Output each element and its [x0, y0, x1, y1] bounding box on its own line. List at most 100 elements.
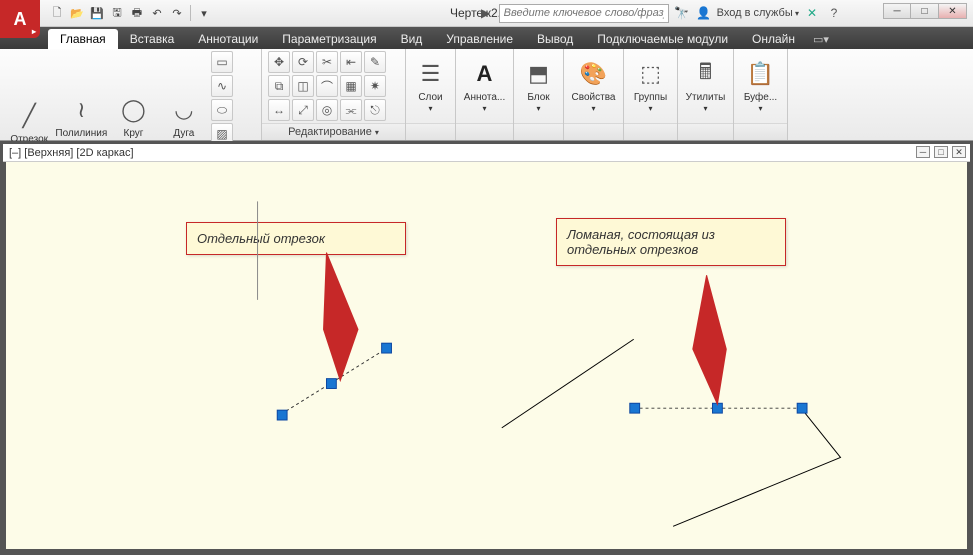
- tab-home[interactable]: Главная: [48, 29, 118, 49]
- spline-icon[interactable]: ∿: [211, 75, 233, 97]
- extend-icon[interactable]: ⇤: [340, 51, 362, 73]
- doc-close-icon[interactable]: ✕: [952, 146, 966, 158]
- line-button[interactable]: ╱ Отрезок: [6, 97, 52, 148]
- drawing-canvas[interactable]: Отдельный отрезок Ломаная, состоящая из …: [6, 162, 967, 549]
- modify-mini-grid: ✥ ⟳ ✂ ⇤ ✎ ⧉ ◫ ⌒ ▦ ✷ ↔ ⤢ ◎ ⫘ ⎋: [268, 51, 392, 121]
- ribbon-tabs: Главная Вставка Аннотации Параметризация…: [0, 27, 973, 49]
- mirror-icon[interactable]: ◫: [292, 75, 314, 97]
- break-icon[interactable]: ⎋: [364, 99, 386, 121]
- block-button[interactable]: ⬒ Блок: [520, 55, 558, 117]
- stretch-icon[interactable]: ↔: [268, 99, 290, 121]
- panel-groups: ⬚ Группы: [624, 49, 678, 140]
- panel-clip-footer: [734, 123, 787, 140]
- block-icon: ⬒: [523, 58, 555, 90]
- exchange-icon[interactable]: ✕: [803, 4, 821, 22]
- quick-access-toolbar: 🗋 📂 💾 🖫 🖶 ↶ ↷ ▾: [48, 4, 213, 22]
- join-icon[interactable]: ⫘: [340, 99, 362, 121]
- separator: [190, 5, 191, 21]
- tab-manage[interactable]: Управление: [434, 29, 525, 49]
- clipboard-button[interactable]: 📋 Буфе...: [740, 55, 781, 117]
- user-icon[interactable]: 👤: [695, 4, 713, 22]
- panel-block: ⬒ Блок: [514, 49, 564, 140]
- panel-utils-footer: [678, 123, 733, 140]
- panel-properties: 🎨 Свойства: [564, 49, 624, 140]
- groups-label: Группы: [634, 92, 667, 114]
- panel-draw: ╱ Отрезок ≀ Полилиния ◯ Круг ◡ Дуга ▭ ∿ …: [0, 49, 262, 140]
- title-right-cluster: ▶ 🔭 👤 Вход в службы ✕ ?: [477, 4, 843, 23]
- doc-minimize-icon[interactable]: ─: [916, 146, 930, 158]
- annotation-button[interactable]: A Аннота...: [461, 55, 508, 117]
- new-icon[interactable]: 🗋: [48, 4, 66, 22]
- scale-icon[interactable]: ⤢: [292, 99, 314, 121]
- help-icon[interactable]: ?: [825, 4, 843, 22]
- tab-parametric[interactable]: Параметризация: [270, 29, 388, 49]
- open-icon[interactable]: 📂: [68, 4, 86, 22]
- binoculars-icon[interactable]: 🔭: [673, 4, 691, 22]
- calculator-icon: 🖩: [690, 58, 722, 90]
- offset-icon[interactable]: ◎: [316, 99, 338, 121]
- search-input[interactable]: [499, 4, 669, 23]
- app-menu-button[interactable]: A: [0, 0, 40, 38]
- panel-annotation: A Аннота...: [456, 49, 514, 140]
- tab-plugins[interactable]: Подключаемые модули: [585, 29, 740, 49]
- array-icon[interactable]: ▦: [340, 75, 362, 97]
- explode-icon[interactable]: ✷: [364, 75, 386, 97]
- minimize-button[interactable]: ─: [883, 3, 911, 19]
- ribbon: ╱ Отрезок ≀ Полилиния ◯ Круг ◡ Дуга ▭ ∿ …: [0, 49, 973, 141]
- document-frame: [–] [Верхняя] [2D каркас] ─ □ ✕ Отдельны…: [0, 141, 973, 555]
- panel-block-footer: [514, 123, 563, 140]
- clipboard-label: Буфе...: [744, 92, 777, 114]
- tab-insert[interactable]: Вставка: [118, 29, 187, 49]
- doc-maximize-icon[interactable]: □: [934, 146, 948, 158]
- close-button[interactable]: ✕: [939, 3, 967, 19]
- panel-layers-footer: [406, 123, 455, 140]
- trim-icon[interactable]: ✂: [316, 51, 338, 73]
- layers-button[interactable]: ☰ Слои: [412, 55, 450, 117]
- titlebar: A 🗋 📂 💾 🖫 🖶 ↶ ↷ ▾ Чертеж2.dwg ▶ 🔭 👤 Вход…: [0, 0, 973, 27]
- qat-dropdown-icon[interactable]: ▾: [195, 4, 213, 22]
- copy-icon[interactable]: ⧉: [268, 75, 290, 97]
- window-controls: ─ □ ✕: [883, 3, 967, 19]
- circle-icon: ◯: [117, 94, 149, 126]
- canvas-overlay: [6, 162, 967, 549]
- saveas-icon[interactable]: 🖫: [108, 4, 126, 22]
- panel-clipboard: 📋 Буфе...: [734, 49, 788, 140]
- tab-view[interactable]: Вид: [389, 29, 435, 49]
- ellipse-icon[interactable]: ⬭: [211, 99, 233, 121]
- panel-modify: ✥ ⟳ ✂ ⇤ ✎ ⧉ ◫ ⌒ ▦ ✷ ↔ ⤢ ◎ ⫘ ⎋ Редактиров…: [262, 49, 406, 140]
- tabs-expand-icon[interactable]: ▭▾: [813, 33, 829, 49]
- move-icon[interactable]: ✥: [268, 51, 290, 73]
- layers-icon: ☰: [415, 58, 447, 90]
- panel-modify-label[interactable]: Редактирование: [262, 123, 405, 140]
- callout-polyline: Ломаная, состоящая из отдельных отрезков: [556, 218, 786, 266]
- callout-single-text: Отдельный отрезок: [197, 231, 325, 246]
- fillet-icon[interactable]: ⌒: [316, 75, 338, 97]
- rotate-icon[interactable]: ⟳: [292, 51, 314, 73]
- utilities-button[interactable]: 🖩 Утилиты: [683, 55, 729, 117]
- tab-annotate[interactable]: Аннотации: [186, 29, 270, 49]
- search-play-icon[interactable]: ▶: [477, 4, 495, 22]
- groups-button[interactable]: ⬚ Группы: [630, 55, 671, 117]
- panel-props-footer: [564, 123, 623, 140]
- color-wheel-icon: 🎨: [578, 58, 610, 90]
- properties-label: Свойства: [572, 92, 616, 114]
- erase-icon[interactable]: ✎: [364, 51, 386, 73]
- layers-label: Слои: [418, 92, 442, 114]
- save-icon[interactable]: 💾: [88, 4, 106, 22]
- viewport-label[interactable]: [–] [Верхняя] [2D каркас]: [3, 144, 970, 162]
- maximize-button[interactable]: □: [911, 3, 939, 19]
- rect-icon[interactable]: ▭: [211, 51, 233, 73]
- callout-single-segment: Отдельный отрезок: [186, 222, 406, 255]
- clipboard-icon: 📋: [745, 58, 777, 90]
- panel-annot-footer: [456, 123, 513, 140]
- print-icon[interactable]: 🖶: [128, 4, 146, 22]
- doc-window-controls: ─ □ ✕: [916, 146, 966, 158]
- properties-button[interactable]: 🎨 Свойства: [569, 55, 619, 117]
- utilities-label: Утилиты: [686, 92, 726, 114]
- login-link[interactable]: Вход в службы: [717, 7, 799, 19]
- undo-icon[interactable]: ↶: [148, 4, 166, 22]
- redo-icon[interactable]: ↷: [168, 4, 186, 22]
- tab-output[interactable]: Вывод: [525, 29, 585, 49]
- panel-utilities: 🖩 Утилиты: [678, 49, 734, 140]
- tab-online[interactable]: Онлайн: [740, 29, 807, 49]
